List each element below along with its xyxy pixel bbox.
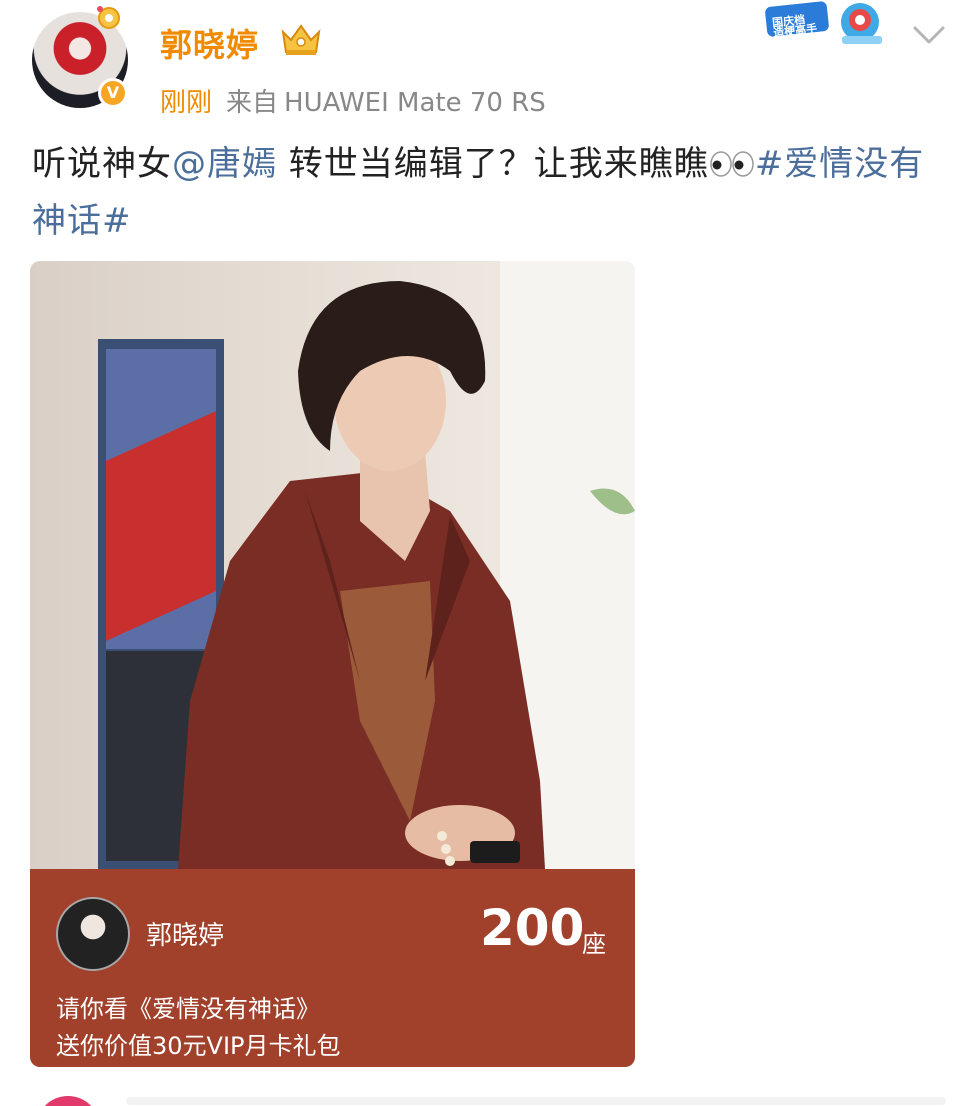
movie-ticket-card[interactable]: 郭晓婷 200 座 请你看《爱情没有神话》 送你价值30元VIP月卡礼包: [30, 261, 635, 1067]
host-avatar[interactable]: [56, 897, 130, 971]
next-post-avatar[interactable]: [36, 1096, 100, 1106]
mention-link[interactable]: @唐嫣: [172, 144, 277, 184]
avatar-ornament-icon: [97, 6, 120, 29]
crown-icon[interactable]: [279, 22, 323, 58]
post-meta: 刚刚 来自 HUAWEI Mate 70 RS: [160, 82, 546, 119]
source-prefix: 来自: [226, 88, 279, 118]
invite-text: 请你看《爱情没有神话》: [56, 995, 320, 1023]
host-name: 郭晓婷: [146, 921, 225, 951]
author-avatar-container[interactable]: V: [32, 6, 128, 108]
post-body: 听说神女@唐嫣 转世当编辑了？让我来瞧瞧 #爱情没有神话#: [32, 136, 932, 250]
gift-text: 送你价值30元VIP月卡礼包: [56, 1032, 341, 1060]
post-text-part1: 听说神女: [32, 144, 172, 184]
next-post-preview: [126, 1097, 946, 1105]
seat-unit: 座: [582, 930, 606, 958]
weibo-post: V 郭晓婷 刚刚 来自 HUAWEI Mate 70 RS 国庆档 造梗高手 听说神…: [0, 0, 970, 1106]
card-footer[interactable]: 郭晓婷 200 座 请你看《爱情没有神话》 送你价值30元VIP月卡礼包: [30, 869, 635, 1067]
seat-count: 200: [480, 899, 585, 957]
eyes-emoji-icon: [710, 151, 754, 177]
holiday-badge-icon[interactable]: 国庆档 造梗高手: [762, 0, 902, 48]
still-photo[interactable]: [30, 261, 635, 869]
post-text-part2: 转世当编辑了？让我来瞧瞧: [277, 144, 709, 184]
verified-badge: V: [98, 78, 128, 108]
post-device: HUAWEI Mate 70 RS: [284, 88, 546, 118]
verified-v-icon: V: [101, 81, 125, 105]
chevron-down-icon[interactable]: [912, 24, 946, 46]
post-time: 刚刚: [160, 88, 213, 118]
still-photo-illustration: [98, 261, 635, 869]
author-name[interactable]: 郭晓婷: [160, 20, 259, 66]
